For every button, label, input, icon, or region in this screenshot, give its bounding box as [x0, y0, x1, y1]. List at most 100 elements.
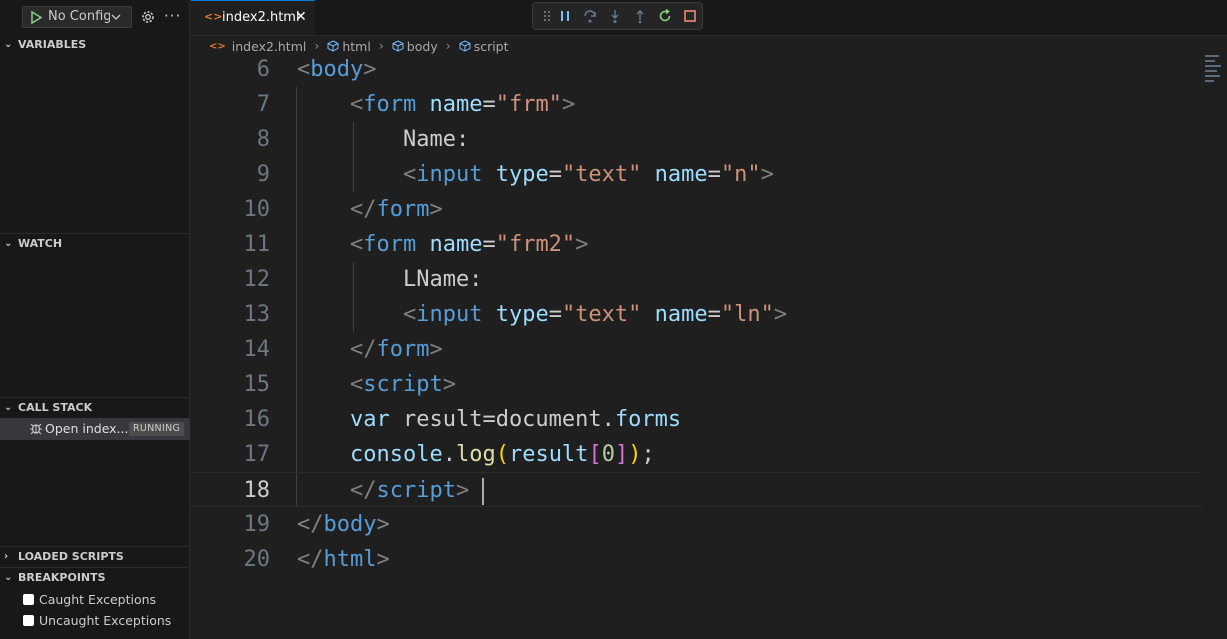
code-text: <form name="frm">: [297, 87, 575, 122]
code-text: </form>: [297, 332, 443, 367]
breakpoint-checkbox[interactable]: [23, 594, 34, 605]
code-line[interactable]: 20 </html>: [191, 542, 1201, 577]
section-loaded-scripts[interactable]: › LOADED SCRIPTS: [0, 547, 190, 567]
start-debugging-icon[interactable]: [27, 9, 45, 26]
code-token: >: [376, 512, 390, 537]
code-token: >: [429, 197, 443, 222]
code-line[interactable]: 11 <form name="frm2">: [191, 227, 1201, 262]
code-token: =: [548, 302, 562, 327]
code-token: <: [349, 372, 364, 397]
code-line[interactable]: 14 </form>: [191, 332, 1201, 367]
code-line[interactable]: 12 LName:: [191, 262, 1201, 297]
code-token: type: [495, 162, 549, 187]
code-token: [: [588, 442, 602, 467]
code-token: </: [349, 337, 377, 362]
code-line[interactable]: 7 <form name="frm">: [191, 87, 1201, 122]
restart-icon[interactable]: [657, 8, 673, 24]
pause-icon[interactable]: [557, 8, 573, 24]
step-out-icon[interactable]: [632, 8, 648, 24]
launch-config-select[interactable]: No Configu: [48, 7, 128, 27]
bug-icon: [30, 423, 42, 435]
breakpoint-checkbox[interactable]: [23, 615, 34, 626]
code-text: Name:: [297, 122, 469, 157]
code-line[interactable]: 10 </form>: [191, 192, 1201, 227]
line-number[interactable]: 18: [191, 473, 271, 508]
more-actions-icon[interactable]: ···: [164, 7, 181, 25]
section-watch[interactable]: ⌄ WATCH: [0, 234, 190, 254]
code-line[interactable]: 8 Name:: [191, 122, 1201, 157]
stop-icon[interactable]: [682, 8, 698, 24]
gear-icon[interactable]: [139, 8, 157, 26]
code-line[interactable]: 6 <body>: [191, 52, 1201, 87]
code-line[interactable]: 18 </script>: [191, 472, 1201, 507]
section-breakpoints[interactable]: ⌄ BREAKPOINTS: [0, 568, 190, 588]
code-token: >: [760, 162, 774, 187]
code-text: </html>: [297, 542, 390, 577]
code-editor[interactable]: 6 <body> 7 <form name="frm"> 8 Name: 9 <inpu…: [191, 52, 1227, 639]
code-token: LName:: [297, 267, 483, 292]
code-token: =: [482, 92, 496, 117]
code-token: </: [349, 478, 377, 503]
code-line[interactable]: 19 </body>: [191, 507, 1201, 542]
code-token: form: [376, 197, 430, 222]
line-number[interactable]: 7: [191, 87, 270, 122]
code-line[interactable]: 15 <script>: [191, 367, 1201, 402]
line-number[interactable]: 14: [191, 332, 271, 367]
line-number[interactable]: 11: [191, 227, 271, 262]
section-variables[interactable]: ⌄ VARIABLES: [0, 35, 190, 55]
code-line[interactable]: 13 <input type="text" name="ln">: [191, 297, 1201, 332]
code-token: >: [561, 92, 576, 117]
call-stack-session[interactable]: Open index... RUNNING: [0, 418, 190, 440]
code-token: >: [773, 302, 788, 327]
line-number[interactable]: 15: [191, 367, 271, 402]
code-token: name: [654, 162, 708, 187]
code-line[interactable]: 17 console.log(result[0]);: [191, 437, 1201, 472]
line-number[interactable]: 6: [191, 52, 270, 87]
tab-index2-html[interactable]: <> index2.html ✕: [191, 0, 315, 35]
launch-config-label: No Configu: [48, 9, 110, 24]
close-icon[interactable]: ✕: [295, 9, 307, 25]
code-token: </: [349, 197, 377, 222]
minimap[interactable]: [1205, 55, 1223, 95]
line-number[interactable]: 13: [191, 297, 271, 332]
code-token: "text": [561, 302, 642, 327]
code-token: console: [349, 442, 443, 467]
code-line[interactable]: 9 <input type="text" name="n">: [191, 157, 1201, 192]
line-number[interactable]: 20: [191, 542, 271, 577]
step-over-icon[interactable]: [582, 8, 598, 24]
run-and-debug-bar: No Configu ···: [0, 0, 190, 35]
code-token: script: [376, 478, 456, 503]
breakpoint-caught-exceptions[interactable]: Caught Exceptions: [23, 590, 188, 610]
code-token: html: [323, 547, 377, 572]
breakpoint-uncaught-exceptions[interactable]: Uncaught Exceptions: [23, 611, 188, 631]
minimap-line: [1205, 65, 1221, 67]
symbol-element-icon: [327, 40, 339, 52]
code-token: >: [442, 372, 456, 397]
line-number[interactable]: 16: [191, 402, 271, 437]
section-call-stack[interactable]: ⌄ CALL STACK: [0, 398, 190, 418]
code-token: body: [310, 57, 364, 82]
line-number[interactable]: 10: [191, 192, 271, 227]
code-token: var: [349, 407, 390, 432]
line-number[interactable]: 19: [191, 507, 271, 542]
minimap-line: [1205, 70, 1217, 72]
line-number[interactable]: 8: [191, 122, 270, 157]
code-token: name: [654, 302, 708, 327]
drag-handle-icon[interactable]: [539, 8, 555, 24]
line-number[interactable]: 17: [191, 437, 271, 472]
tab-strip: <> index2.html ✕: [191, 0, 1227, 36]
line-number[interactable]: 12: [191, 262, 271, 297]
line-number[interactable]: 9: [191, 157, 270, 192]
code-line[interactable]: 16 var result=document.forms: [191, 402, 1201, 437]
code-token: =: [482, 232, 496, 257]
breakpoint-label: Uncaught Exceptions: [39, 613, 172, 628]
step-into-icon[interactable]: [607, 8, 623, 24]
minimap-line: [1205, 60, 1215, 62]
